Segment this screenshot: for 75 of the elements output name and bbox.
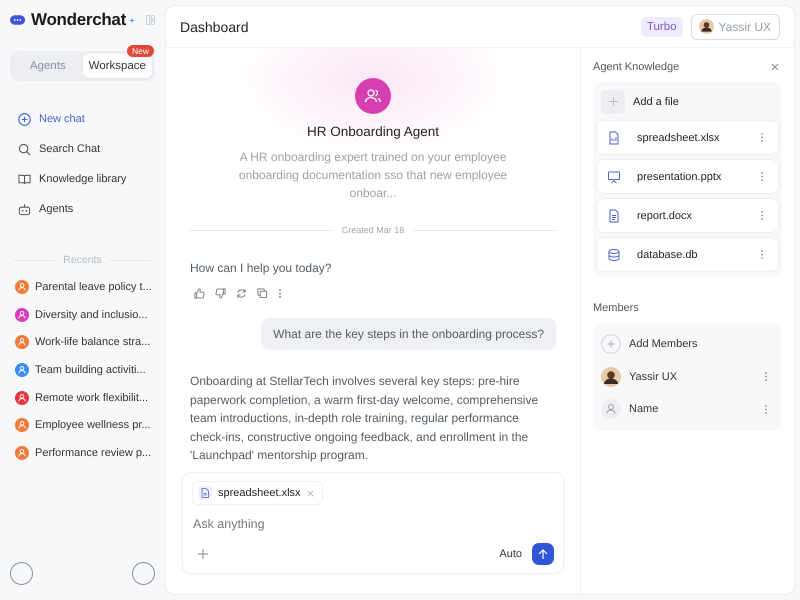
- recent-chat-item[interactable]: Employee wellness pr...: [10, 411, 155, 440]
- avatar-icon: [601, 366, 621, 387]
- page-title: Dashboard: [180, 18, 250, 34]
- app-name: Wonderchat: [31, 10, 126, 30]
- sidebar-tab[interactable]: Workspace: [82, 54, 152, 78]
- presentation-icon: [607, 170, 621, 184]
- file-name: presentation.pptx: [637, 170, 722, 182]
- file-item[interactable]: spreadsheet.xlsx: [597, 121, 778, 154]
- more-icon[interactable]: [278, 288, 282, 300]
- section-title: Members: [593, 302, 639, 314]
- logo-icon: [10, 13, 26, 27]
- plus-icon[interactable]: [198, 549, 208, 559]
- member-item[interactable]: Name: [601, 393, 774, 426]
- file-item[interactable]: presentation.pptx: [597, 160, 778, 193]
- recent-chat-item[interactable]: Performance review p...: [10, 439, 155, 467]
- plan-badge: Turbo: [640, 16, 683, 36]
- more-icon[interactable]: [764, 404, 768, 415]
- copy-icon[interactable]: [257, 288, 268, 300]
- more-icon[interactable]: [760, 249, 764, 260]
- thumbs-down-icon[interactable]: [215, 288, 226, 300]
- new-badge: New: [126, 45, 154, 57]
- more-icon[interactable]: [760, 132, 764, 143]
- avatar-icon: [698, 19, 714, 34]
- agent-description: A HR onboarding expert trained on your employee onboarding documentation sso that new employee onboar...: [238, 149, 508, 202]
- assistant-message: Onboarding at StellarTech involves several key steps: pre-hire paperwork completion, a warm first-day welcome, comprehensive team introductions, in-depth role training, regular performance check-ins, constructive ongoing feedback, and enrollment in the 'Launchpad' mentorship program.: [190, 373, 540, 464]
- member-item[interactable]: Add Members: [601, 328, 774, 360]
- circle-button[interactable]: [10, 562, 33, 585]
- recent-chat-item[interactable]: Parental leave policy t...: [10, 273, 155, 301]
- document-icon: [607, 208, 621, 222]
- file-name: report.docx: [637, 210, 694, 222]
- add-file-button[interactable]: Add a file: [597, 88, 778, 115]
- section-label: Recents: [63, 254, 102, 266]
- file-icon: [198, 486, 212, 500]
- nav-item[interactable]: Knowledge library: [10, 164, 155, 194]
- close-icon[interactable]: [306, 490, 314, 496]
- recent-chat-item[interactable]: Remote work flexibilit...: [10, 384, 155, 412]
- section-title: Agent Knowledge: [593, 61, 680, 73]
- more-icon[interactable]: [760, 210, 764, 221]
- more-icon[interactable]: [764, 371, 768, 382]
- file-name: database.db: [637, 248, 699, 260]
- mode-selector[interactable]: Auto: [499, 548, 522, 560]
- attachment-name: spreadsheet.xlsx: [218, 487, 301, 499]
- refresh-icon[interactable]: [236, 288, 247, 300]
- arrow-up-icon: [538, 548, 548, 560]
- robot-icon: [18, 202, 31, 216]
- user-message: What are the key steps in the onboarding process?: [261, 318, 556, 350]
- more-icon[interactable]: [760, 171, 764, 182]
- thumbs-up-icon[interactable]: [194, 288, 205, 300]
- plus-circle-icon: [601, 334, 621, 354]
- file-item[interactable]: report.docx: [597, 199, 778, 232]
- nav-item[interactable]: Agents: [10, 194, 155, 224]
- spreadsheet-icon: [607, 130, 621, 144]
- assistant-message: How can I help you today?: [190, 260, 332, 277]
- nav-item[interactable]: New chat: [10, 104, 155, 134]
- recent-chat-item[interactable]: Team building activiti...: [10, 356, 155, 384]
- agent-avatar-icon: [355, 78, 391, 114]
- person-icon: [601, 399, 621, 420]
- plus-circle-icon: [18, 112, 31, 126]
- database-icon: [607, 248, 621, 262]
- file-name: spreadsheet.xlsx: [637, 132, 721, 144]
- recent-chat-item[interactable]: Diversity and inclusio...: [10, 300, 155, 328]
- file-item[interactable]: database.db: [597, 238, 778, 271]
- nav-item[interactable]: Search Chat: [10, 134, 155, 164]
- circle-button[interactable]: [132, 562, 155, 585]
- recent-chat-item[interactable]: Work-life balance stra...: [10, 328, 155, 356]
- search-icon: [18, 142, 31, 156]
- agent-name: HR Onboarding Agent: [306, 124, 440, 139]
- close-icon[interactable]: [771, 63, 779, 71]
- book-icon: [18, 172, 31, 186]
- layout-icon[interactable]: [146, 13, 155, 27]
- send-button[interactable]: [532, 543, 554, 565]
- sparkle-icon: [128, 16, 136, 24]
- member-item[interactable]: Yassir UX: [601, 360, 774, 393]
- created-date: Created Mar 18: [342, 225, 404, 235]
- plus-icon: [608, 97, 618, 106]
